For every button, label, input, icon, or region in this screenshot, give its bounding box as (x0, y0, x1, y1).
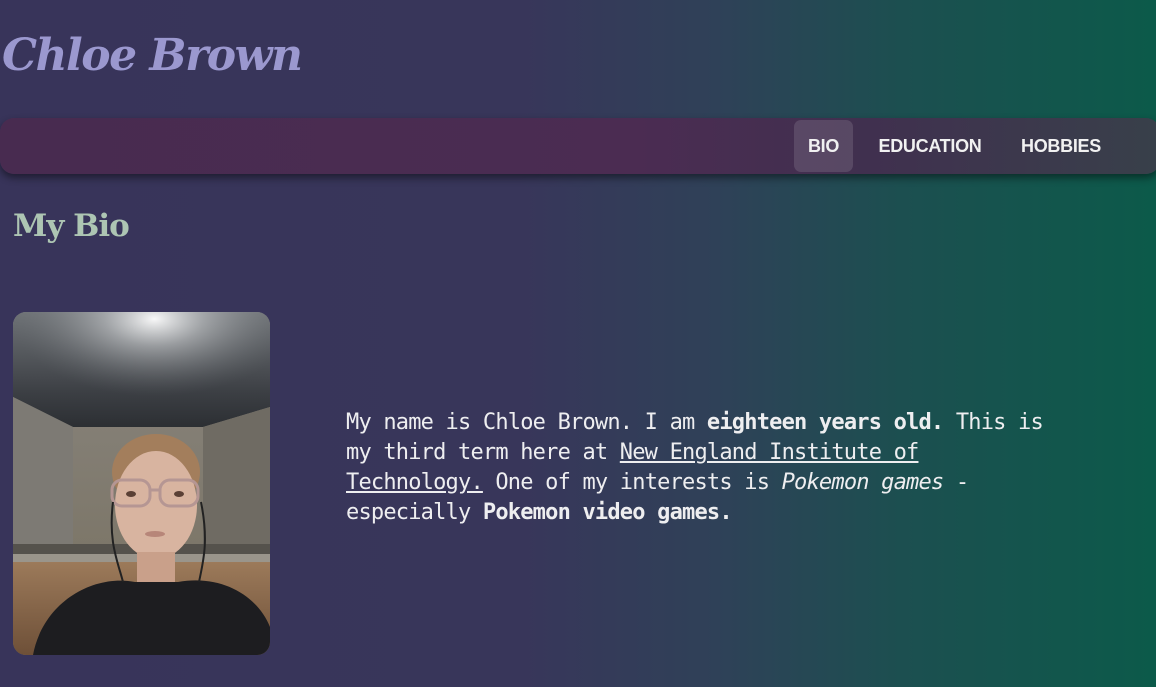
bio-interest-detail: Pokemon video games. (482, 500, 733, 525)
navbar: BIO EDUCATION HOBBIES (0, 118, 1156, 174)
bio-paragraph: My name is Chloe Brown. I am eighteen ye… (346, 408, 1056, 528)
nav-item-bio[interactable]: BIO (794, 120, 853, 172)
bio-text-3: One of my interests is (482, 470, 782, 495)
bio-interest: Pokemon games (781, 470, 945, 495)
section-title: My Bio (13, 208, 130, 244)
nav-item-education[interactable]: EDUCATION (872, 120, 988, 172)
profile-photo (13, 312, 270, 655)
nav-item-hobbies[interactable]: HOBBIES (1013, 120, 1109, 172)
bio-text-1: My name is Chloe Brown. I am (346, 410, 707, 435)
bio-age: eighteen years old. (706, 410, 944, 435)
site-title: Chloe Brown (2, 30, 303, 81)
